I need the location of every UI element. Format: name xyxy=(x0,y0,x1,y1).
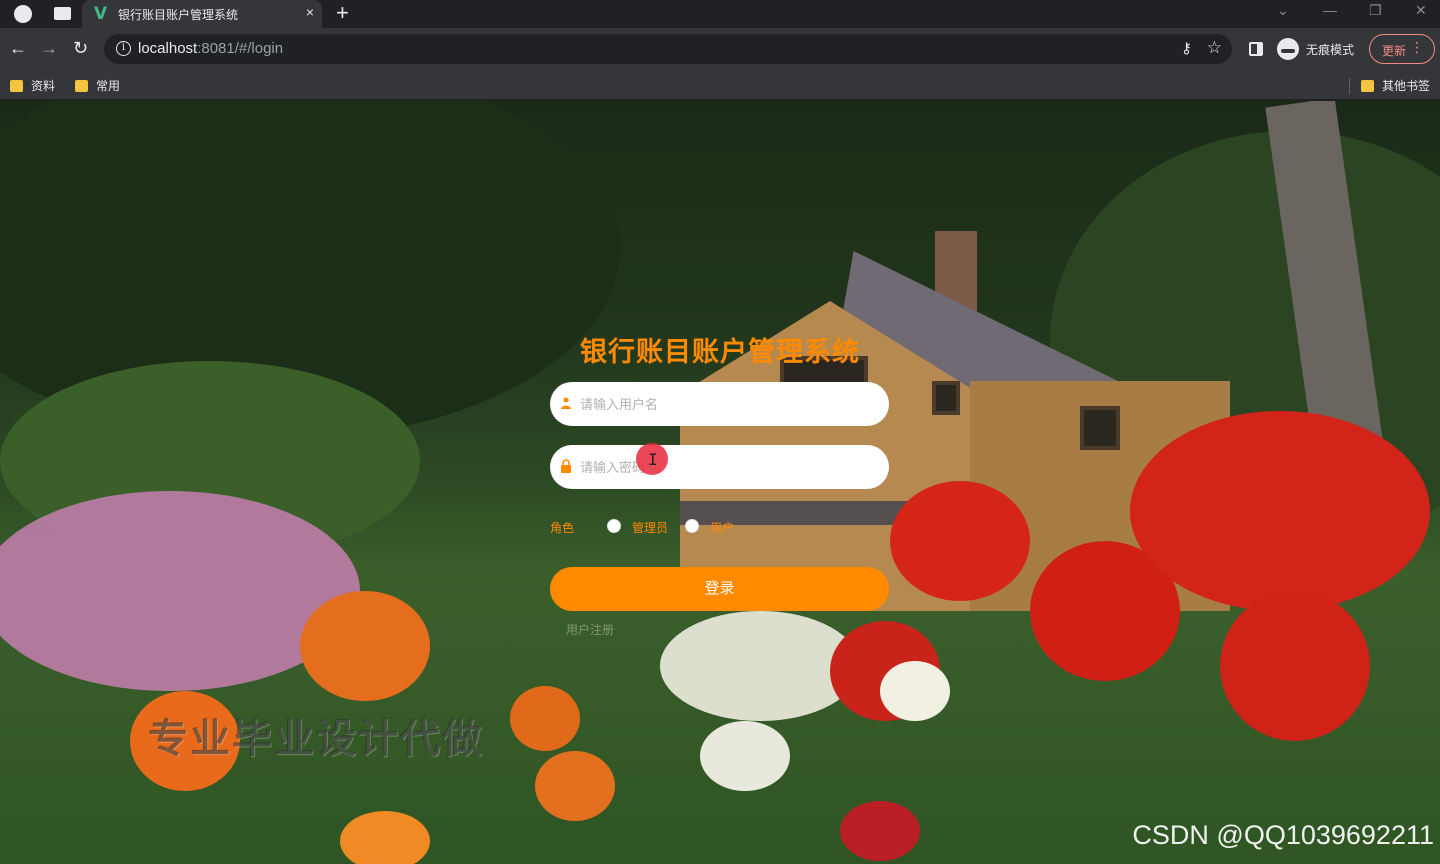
browser-toolbar: ← → ↻ i localhost:8081/#/login ⚷ ☆ 无痕模式 … xyxy=(0,28,1440,70)
text-cursor-icon: I xyxy=(648,450,658,469)
user-icon xyxy=(561,397,571,409)
minimize-button[interactable]: — xyxy=(1323,2,1337,18)
bookmark-divider xyxy=(1349,78,1350,94)
bookmark-other[interactable]: 其他书签 xyxy=(1361,77,1430,93)
login-title: 银行账目账户管理系统 xyxy=(580,337,860,367)
flower-cluster xyxy=(1220,591,1370,741)
info-icon[interactable]: i xyxy=(116,41,131,56)
flower-cluster xyxy=(535,751,615,821)
close-tab-icon[interactable]: × xyxy=(306,4,314,20)
update-button[interactable]: 更新 ⋮ xyxy=(1369,34,1435,64)
folder-icon xyxy=(1361,80,1374,92)
update-label: 更新 xyxy=(1382,44,1407,58)
reload-icon[interactable]: ↻ xyxy=(73,37,88,59)
flower-cluster xyxy=(840,801,920,861)
role-admin-radio[interactable] xyxy=(607,519,621,533)
incognito-icon[interactable] xyxy=(1277,38,1299,60)
forward-arrow-icon[interactable]: → xyxy=(40,37,58,59)
bookmarks-bar: 资料 常用 其他书签 xyxy=(0,70,1440,100)
folder-icon xyxy=(10,80,23,92)
username-field[interactable] xyxy=(550,382,889,426)
csdn-watermark: CSDN @QQ1039692211 xyxy=(1132,820,1434,850)
lock-icon xyxy=(561,459,571,473)
tab-strip: V 银行账目账户管理系统 × + ⌄ — ❐ ✕ xyxy=(0,0,1440,28)
password-field[interactable] xyxy=(550,445,889,489)
overlay-watermark: 专业毕业设计代做 xyxy=(148,717,484,761)
tab-title: 银行账目账户管理系统 xyxy=(118,8,239,22)
flower-cluster xyxy=(880,661,950,721)
bookmark-folder-ziliao[interactable]: 资料 xyxy=(10,77,55,93)
restore-button[interactable]: ❐ xyxy=(1369,2,1382,19)
incognito-label[interactable]: 无痕模式 xyxy=(1306,41,1354,58)
side-panel-icon[interactable] xyxy=(1249,42,1263,56)
close-window-button[interactable]: ✕ xyxy=(1415,2,1427,19)
register-link[interactable]: 用户注册 xyxy=(566,621,614,638)
login-button[interactable]: 登录 xyxy=(550,567,889,611)
password-input[interactable] xyxy=(580,445,880,489)
browser-tab[interactable]: V 银行账目账户管理系统 × xyxy=(82,0,322,28)
role-admin-label[interactable]: 管理员 xyxy=(632,519,668,536)
house-window xyxy=(932,381,960,415)
role-user-label[interactable]: 用户 xyxy=(710,519,734,536)
back-arrow-icon[interactable]: ← xyxy=(9,37,27,59)
flower-cluster xyxy=(890,481,1030,601)
flower-cluster xyxy=(300,591,430,701)
url-text[interactable]: localhost:8081/#/login xyxy=(138,40,283,57)
menu-dots-icon[interactable]: ⋮ xyxy=(1410,39,1424,56)
bookmark-folder-changyong[interactable]: 常用 xyxy=(75,77,120,93)
username-input[interactable] xyxy=(580,382,880,426)
globe-icon[interactable] xyxy=(14,5,32,23)
flower-cluster xyxy=(510,686,580,751)
flower-cluster xyxy=(1130,411,1430,611)
flower-cluster xyxy=(700,721,790,791)
role-user-radio[interactable] xyxy=(685,519,699,533)
tab-search-icon[interactable]: ⌄ xyxy=(1277,2,1289,19)
flower-cluster xyxy=(340,811,430,864)
key-icon[interactable]: ⚷ xyxy=(1181,39,1192,57)
folder-icon xyxy=(75,80,88,92)
star-icon[interactable]: ☆ xyxy=(1207,38,1222,58)
vue-favicon-icon: V xyxy=(94,4,108,24)
address-bar[interactable]: i localhost:8081/#/login ⚷ ☆ xyxy=(104,34,1232,64)
house-window xyxy=(1080,406,1120,450)
role-label: 角色 xyxy=(550,521,575,535)
new-tab-button[interactable]: + xyxy=(336,1,349,25)
window-icon[interactable] xyxy=(54,7,71,20)
